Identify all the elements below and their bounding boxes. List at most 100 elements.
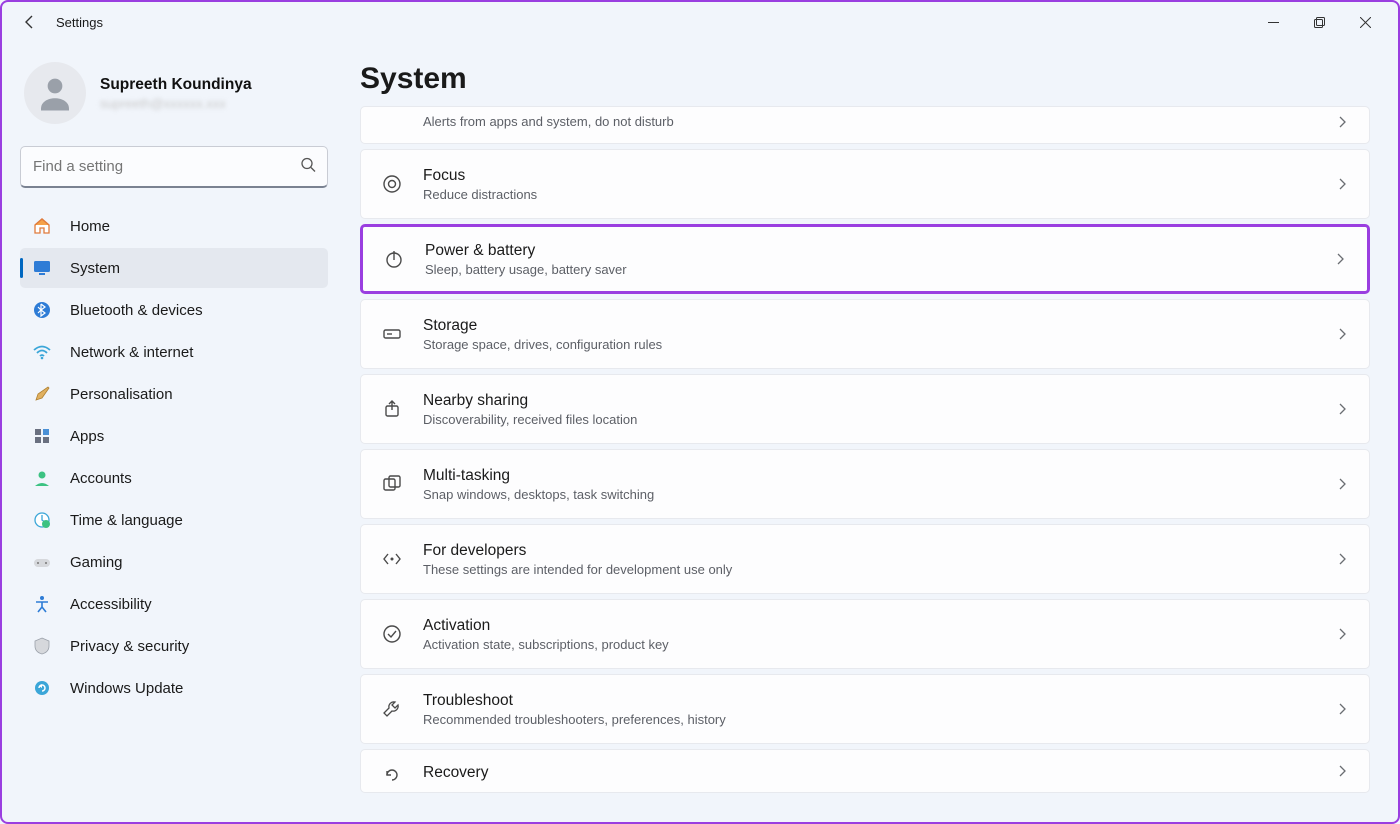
card-sub: Snap windows, desktops, task switching bbox=[423, 487, 1335, 502]
card-title: Multi-tasking bbox=[423, 467, 1335, 485]
close-icon bbox=[1360, 17, 1371, 28]
accessibility-icon bbox=[32, 594, 52, 614]
page-title: System bbox=[360, 62, 1370, 96]
sidebar: Supreeth Koundinya supreeth@xxxxxx.xxx H… bbox=[2, 42, 342, 822]
home-icon bbox=[32, 216, 52, 236]
share-icon bbox=[381, 398, 403, 420]
nav-update[interactable]: Windows Update bbox=[20, 668, 328, 708]
search-icon bbox=[300, 157, 316, 178]
nav-label: Apps bbox=[70, 428, 104, 445]
search-input[interactable] bbox=[20, 146, 328, 188]
nav-label: Time & language bbox=[70, 512, 183, 529]
brush-icon bbox=[32, 384, 52, 404]
nav-label: Gaming bbox=[70, 554, 123, 571]
nav-accessibility[interactable]: Accessibility bbox=[20, 584, 328, 624]
card-sub: These settings are intended for developm… bbox=[423, 562, 1335, 577]
nav-label: Accounts bbox=[70, 470, 132, 487]
card-multitasking[interactable]: Multi-tasking Snap windows, desktops, ta… bbox=[360, 449, 1370, 519]
nav-personalisation[interactable]: Personalisation bbox=[20, 374, 328, 414]
close-button[interactable] bbox=[1342, 6, 1388, 38]
chevron-right-icon bbox=[1335, 177, 1349, 191]
card-sub: Sleep, battery usage, battery saver bbox=[425, 262, 1333, 277]
nav-network[interactable]: Network & internet bbox=[20, 332, 328, 372]
shield-icon bbox=[32, 636, 52, 656]
nav-bluetooth[interactable]: Bluetooth & devices bbox=[20, 290, 328, 330]
chevron-right-icon bbox=[1335, 402, 1349, 416]
wifi-icon bbox=[32, 342, 52, 362]
avatar bbox=[24, 62, 86, 124]
card-sub: Reduce distractions bbox=[423, 187, 1335, 202]
nav-label: System bbox=[70, 260, 120, 277]
settings-cards: Alerts from apps and system, do not dist… bbox=[360, 106, 1370, 793]
developers-icon bbox=[381, 548, 403, 570]
multitasking-icon bbox=[381, 473, 403, 495]
power-icon bbox=[383, 248, 405, 270]
nav-label: Personalisation bbox=[70, 386, 173, 403]
maximize-icon bbox=[1314, 17, 1325, 28]
user-name: Supreeth Koundinya bbox=[100, 76, 252, 94]
nav-gaming[interactable]: Gaming bbox=[20, 542, 328, 582]
minimize-button[interactable] bbox=[1250, 6, 1296, 38]
nav-list: Home System Bluetooth & devices Network … bbox=[20, 206, 328, 708]
chevron-right-icon bbox=[1333, 252, 1347, 266]
back-button[interactable] bbox=[12, 4, 48, 40]
recovery-icon bbox=[381, 764, 403, 786]
nav-system[interactable]: System bbox=[20, 248, 328, 288]
card-activation[interactable]: Activation Activation state, subscriptio… bbox=[360, 599, 1370, 669]
nav-label: Bluetooth & devices bbox=[70, 302, 203, 319]
card-title: Troubleshoot bbox=[423, 692, 1335, 710]
card-title: Nearby sharing bbox=[423, 392, 1335, 410]
user-email: supreeth@xxxxxx.xxx bbox=[100, 96, 252, 111]
chevron-right-icon bbox=[1335, 702, 1349, 716]
focus-icon bbox=[381, 173, 403, 195]
gamepad-icon bbox=[32, 552, 52, 572]
system-icon bbox=[32, 258, 52, 278]
arrow-left-icon bbox=[22, 14, 38, 30]
card-nearby[interactable]: Nearby sharing Discoverability, received… bbox=[360, 374, 1370, 444]
card-notifications[interactable]: Alerts from apps and system, do not dist… bbox=[360, 106, 1370, 144]
chevron-right-icon bbox=[1335, 764, 1349, 778]
card-developers[interactable]: For developers These settings are intend… bbox=[360, 524, 1370, 594]
apps-icon bbox=[32, 426, 52, 446]
chevron-right-icon bbox=[1335, 477, 1349, 491]
user-block[interactable]: Supreeth Koundinya supreeth@xxxxxx.xxx bbox=[20, 52, 328, 146]
nav-home[interactable]: Home bbox=[20, 206, 328, 246]
update-icon bbox=[32, 678, 52, 698]
nav-label: Network & internet bbox=[70, 344, 193, 361]
storage-icon bbox=[381, 323, 403, 345]
card-sub: Storage space, drives, configuration rul… bbox=[423, 337, 1335, 352]
card-title: Recovery bbox=[423, 764, 1335, 782]
card-title: Power & battery bbox=[425, 242, 1333, 260]
nav-label: Accessibility bbox=[70, 596, 152, 613]
chevron-right-icon bbox=[1335, 327, 1349, 341]
card-title: Activation bbox=[423, 617, 1335, 635]
card-power[interactable]: Power & battery Sleep, battery usage, ba… bbox=[360, 224, 1370, 294]
card-focus[interactable]: Focus Reduce distractions bbox=[360, 149, 1370, 219]
maximize-button[interactable] bbox=[1296, 6, 1342, 38]
chevron-right-icon bbox=[1335, 627, 1349, 641]
nav-accounts[interactable]: Accounts bbox=[20, 458, 328, 498]
card-recovery[interactable]: Recovery bbox=[360, 749, 1370, 793]
nav-privacy[interactable]: Privacy & security bbox=[20, 626, 328, 666]
card-storage[interactable]: Storage Storage space, drives, configura… bbox=[360, 299, 1370, 369]
card-sub: Discoverability, received files location bbox=[423, 412, 1335, 427]
nav-apps[interactable]: Apps bbox=[20, 416, 328, 456]
card-title: Focus bbox=[423, 167, 1335, 185]
wrench-icon bbox=[381, 698, 403, 720]
person-icon bbox=[34, 72, 76, 114]
main-panel: System Alerts from apps and system, do n… bbox=[342, 42, 1398, 822]
card-sub: Recommended troubleshooters, preferences… bbox=[423, 712, 1335, 727]
nav-time[interactable]: Time & language bbox=[20, 500, 328, 540]
accounts-icon bbox=[32, 468, 52, 488]
check-circle-icon bbox=[381, 623, 403, 645]
chevron-right-icon bbox=[1335, 552, 1349, 566]
nav-label: Home bbox=[70, 218, 110, 235]
card-troubleshoot[interactable]: Troubleshoot Recommended troubleshooters… bbox=[360, 674, 1370, 744]
search-wrap bbox=[20, 146, 328, 188]
card-title: For developers bbox=[423, 542, 1335, 560]
bluetooth-icon bbox=[32, 300, 52, 320]
nav-label: Windows Update bbox=[70, 680, 183, 697]
card-title: Storage bbox=[423, 317, 1335, 335]
card-sub: Alerts from apps and system, do not dist… bbox=[423, 114, 1335, 129]
chevron-right-icon bbox=[1335, 115, 1349, 129]
